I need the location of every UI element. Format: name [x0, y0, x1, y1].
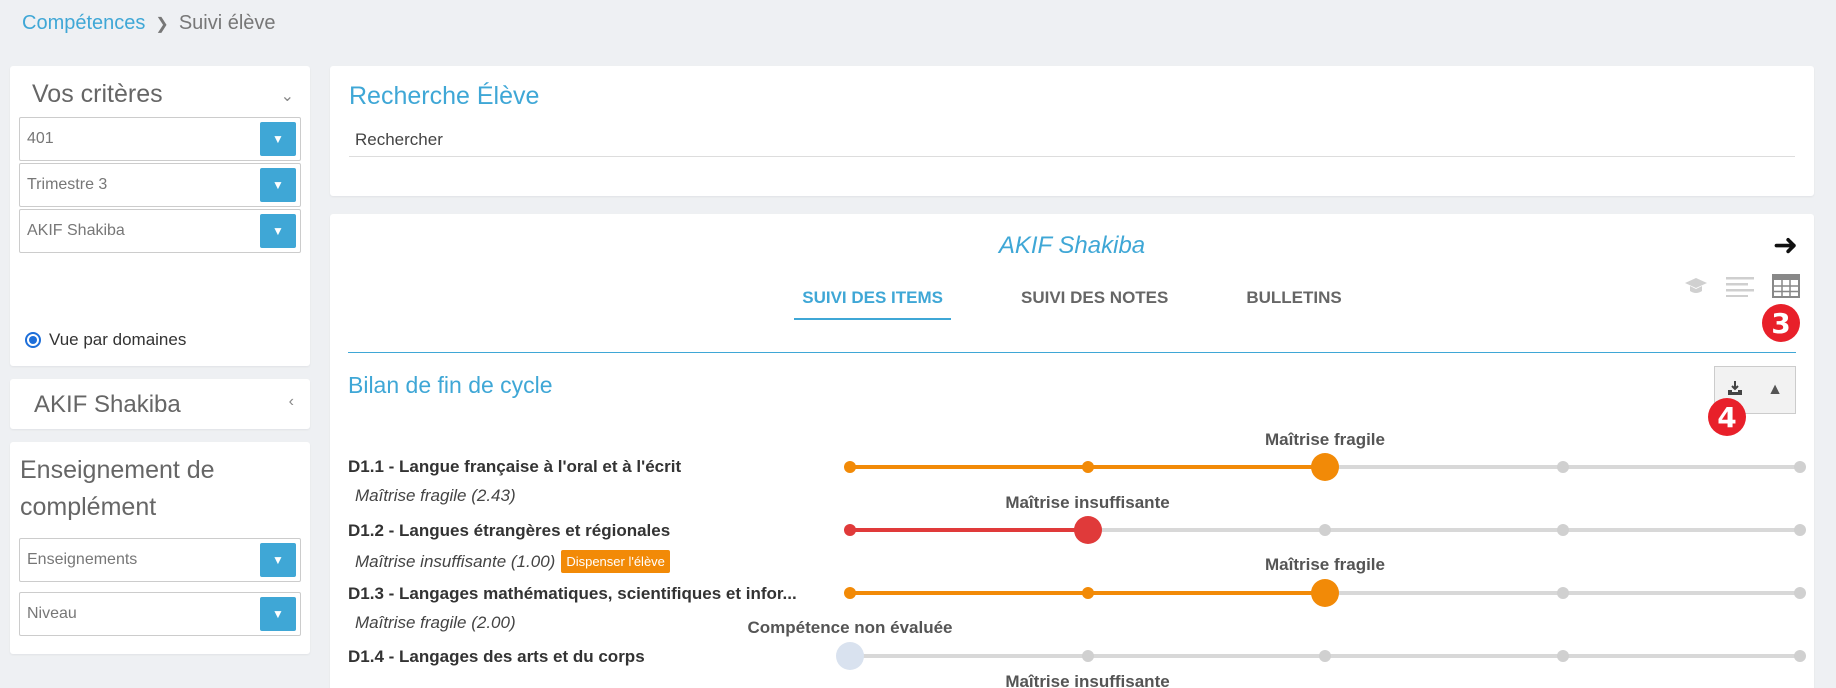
level-select[interactable]: Niveau ▼: [19, 592, 301, 636]
collapse-triangle-icon[interactable]: ▲: [1767, 381, 1783, 399]
student-card[interactable]: AKIF Shakiba ‹: [10, 379, 310, 429]
slider-handle[interactable]: [1073, 516, 1102, 544]
domain-label: D1.3 - Langages mathématiques, scientifi…: [348, 584, 797, 603]
student-name-title: AKIF Shakiba: [998, 232, 1146, 259]
section-title: Bilan de fin de cycle: [348, 372, 553, 398]
tabs: SUIVI DES ITEMS SUIVI DES NOTES BULLETIN…: [330, 288, 1814, 320]
search-title: Recherche Élève: [349, 82, 540, 110]
slider-step-dot[interactable]: [1794, 587, 1806, 599]
slider-step-dot[interactable]: [1556, 587, 1569, 599]
criteria-panel: Vos critères ⌄ 401 ▼ Trimestre 3 ▼ AKIF …: [10, 66, 310, 366]
student-select-value: AKIF Shakiba: [27, 222, 125, 239]
level-label: Maîtrise insuffisante: [1005, 493, 1170, 512]
view-by-domain-option[interactable]: Vue par domaines: [25, 330, 186, 350]
search-underline: [349, 156, 1795, 157]
complement-title: Enseignement de complément: [20, 456, 215, 521]
breadcrumb-current: Suivi élève: [178, 12, 276, 34]
slider-step-dot[interactable]: [1319, 524, 1331, 536]
view-by-domain-label: Vue par domaines: [49, 330, 187, 349]
annotation-badge-3: 3: [1762, 304, 1800, 342]
slider-handle[interactable]: [1311, 579, 1339, 607]
level-slider[interactable]: [836, 642, 1806, 670]
level-label: Maîtrise fragile: [1265, 430, 1385, 449]
tab-suivi-notes[interactable]: SUIVI DES NOTES: [1013, 288, 1176, 320]
student-tracking-panel: AKIF Shakiba ➜ SUIVI DES ITEMS SUIVI DES…: [330, 214, 1814, 688]
level-slider[interactable]: [844, 579, 1806, 607]
slider-step-dot[interactable]: [1556, 524, 1569, 536]
search-input[interactable]: Rechercher: [355, 130, 443, 150]
chevron-down-icon[interactable]: ▼: [260, 168, 296, 202]
annotation-badge-4: 4: [1708, 398, 1746, 436]
list-lines-icon[interactable]: [1726, 275, 1754, 303]
slider-step-dot[interactable]: [844, 587, 856, 599]
slider-step-dot[interactable]: [1319, 650, 1331, 662]
chevron-down-icon[interactable]: ▼: [260, 597, 296, 631]
slider-handle[interactable]: [836, 642, 864, 670]
level-slider[interactable]: [844, 516, 1806, 544]
slider-step-dot[interactable]: [1794, 650, 1806, 662]
domain-level-text: Maîtrise fragile (2.43): [355, 486, 516, 506]
slider-step-dot[interactable]: [1794, 524, 1806, 536]
view-switcher: [1684, 274, 1800, 304]
radio-button[interactable]: [25, 332, 41, 348]
slider-step-dot[interactable]: [844, 524, 856, 536]
level-slider[interactable]: [844, 453, 1806, 481]
slider-step-dot[interactable]: [844, 461, 856, 473]
level-label: Maîtrise insuffisante: [1005, 672, 1170, 688]
complement-panel: Enseignement de complément Enseignements…: [10, 442, 310, 654]
domain-label: D1.4 - Langages des arts et du corps: [348, 647, 645, 666]
chevron-right-icon: ❯: [155, 15, 169, 33]
slider-step-dot[interactable]: [1556, 650, 1569, 662]
chevron-down-icon[interactable]: ▼: [260, 122, 296, 156]
chevron-left-icon[interactable]: ‹: [289, 393, 294, 411]
slider-fill: [850, 528, 1088, 532]
chevron-down-icon[interactable]: ▼: [260, 214, 296, 248]
chevron-down-icon[interactable]: ▼: [260, 543, 296, 577]
breadcrumb: Compétences ❯ Suivi élève: [22, 12, 276, 35]
period-select[interactable]: Trimestre 3 ▼: [19, 163, 301, 207]
domain-label: D1.1 - Langue française à l'oral et à l'…: [348, 457, 682, 476]
slider-step-dot[interactable]: [1081, 461, 1094, 473]
class-select[interactable]: 401 ▼: [19, 117, 301, 161]
slider-step-dot[interactable]: [1081, 587, 1094, 599]
graduation-cap-icon[interactable]: [1684, 276, 1708, 302]
breadcrumb-competences-link[interactable]: Compétences: [22, 12, 145, 35]
slider-step-dot[interactable]: [1556, 461, 1569, 473]
slider-step-dot[interactable]: [1794, 461, 1806, 473]
domain-level-value: Maîtrise insuffisante (1.00): [355, 551, 556, 571]
section-divider: [348, 352, 1796, 353]
domain-level-value: Maîtrise fragile (2.00): [355, 613, 516, 632]
teaching-select[interactable]: Enseignements ▼: [19, 538, 301, 582]
teaching-select-value: Enseignements: [27, 551, 138, 568]
student-card-name: AKIF Shakiba: [34, 391, 181, 418]
tab-suivi-items[interactable]: SUIVI DES ITEMS: [794, 288, 951, 320]
slider-step-dot[interactable]: [1081, 650, 1094, 662]
dispense-student-button[interactable]: Dispenser l'élève: [561, 550, 670, 573]
domain-level-value: Maîtrise fragile (2.43): [355, 486, 516, 505]
slider-handle[interactable]: [1311, 453, 1339, 481]
student-search-panel: Recherche Élève Rechercher: [330, 66, 1814, 196]
student-select[interactable]: AKIF Shakiba ▼: [19, 209, 301, 253]
chevron-down-icon[interactable]: ⌄: [281, 86, 294, 106]
domain-label: D1.2 - Langues étrangères et régionales: [348, 521, 671, 540]
level-select-value: Niveau: [27, 605, 77, 622]
class-select-value: 401: [27, 130, 54, 147]
arrow-right-icon[interactable]: ➜: [1773, 228, 1798, 263]
criteria-title: Vos critères: [32, 80, 163, 108]
domain-level-text: Maîtrise insuffisante (1.00) Dispenser l…: [355, 550, 670, 573]
tab-bulletins[interactable]: BULLETINS: [1238, 288, 1349, 320]
level-label: Maîtrise fragile: [1265, 555, 1385, 574]
domain-level-text: Maîtrise fragile (2.00): [355, 613, 516, 633]
level-label: Compétence non évaluée: [747, 618, 953, 637]
table-grid-icon[interactable]: [1772, 274, 1800, 304]
period-select-value: Trimestre 3: [27, 176, 108, 193]
